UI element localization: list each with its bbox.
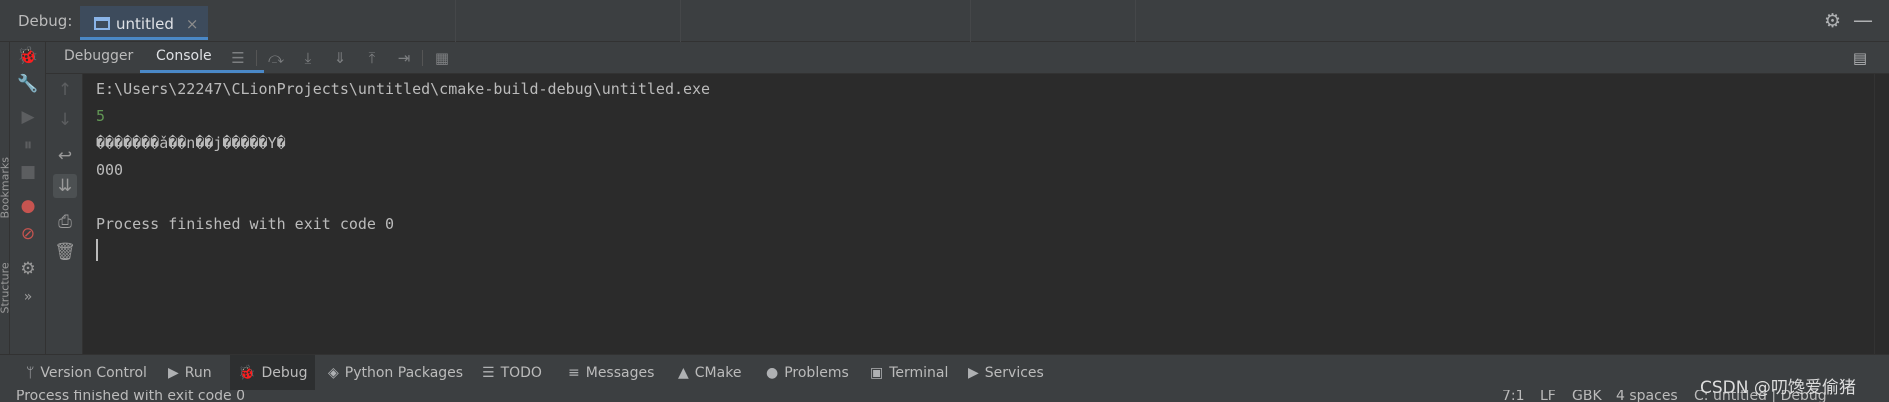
problems-icon: ●	[766, 365, 779, 381]
tab-debug[interactable]: 🐞 Debug	[230, 355, 316, 391]
view-breakpoints-icon[interactable]: ●	[16, 194, 40, 218]
debug-toolbar: Debugger Console ☰ ⤼ ⤓ ⇓ ⤒ ⇥ ▦ ▤	[46, 42, 1889, 74]
console-output[interactable]: E:\Users\22247\CLionProjects\untitled\cm…	[84, 74, 1874, 354]
divider	[256, 50, 257, 66]
settings-icon[interactable]: ⚙	[16, 257, 40, 281]
tab-version-control[interactable]: ᛘ Version Control	[18, 355, 155, 391]
console-line: �������ǎ��n��j�����Y�	[96, 134, 286, 152]
cursor-position[interactable]: 7:1	[1502, 390, 1525, 402]
tab-terminal[interactable]: ▣ Terminal	[862, 355, 956, 391]
tab-label: Terminal	[889, 365, 949, 381]
divider	[1135, 0, 1136, 42]
tab-problems[interactable]: ● Problems	[758, 355, 857, 391]
gear-icon[interactable]: ⚙	[1824, 10, 1841, 32]
messages-icon: ≡	[568, 365, 580, 381]
tab-label: Services	[984, 365, 1044, 381]
divider	[422, 50, 423, 66]
console-line: E:\Users\22247\CLionProjects\untitled\cm…	[96, 80, 711, 98]
status-message: Process finished with exit code 0	[16, 390, 246, 402]
watermark-text: CSDN @叨馋爱偷猪	[1700, 378, 1856, 398]
left-vertical-strip: Bookmarks Structure	[0, 42, 12, 354]
branch-icon: ᛘ	[26, 365, 35, 381]
tab-cmake[interactable]: ▲ CMake	[670, 355, 749, 391]
tab-label: CMake	[694, 365, 742, 381]
divider	[970, 0, 971, 42]
scroll-to-end-icon[interactable]: ⇊	[53, 174, 77, 198]
debug-session-bar: Debug: untitled × ⚙ —	[0, 0, 1889, 42]
divider	[455, 0, 456, 42]
tab-label: Problems	[784, 365, 849, 381]
tab-run[interactable]: ▶ Run	[160, 355, 220, 391]
console-line: 000	[96, 161, 124, 179]
bottom-tool-tabs: ᛘ Version Control ▶ Run 🐞 Debug ◈ Python…	[0, 354, 1889, 391]
mute-breakpoints-icon[interactable]: ⊘	[16, 222, 40, 246]
soft-wrap-icon[interactable]: ↩	[53, 144, 77, 168]
pause-icon[interactable]: ⏸	[16, 133, 40, 157]
run-to-cursor-icon[interactable]: ⇥	[394, 48, 414, 68]
vertical-scrollbar[interactable]	[1874, 74, 1889, 354]
console-line: 5	[96, 107, 106, 125]
step-over-icon[interactable]: ⤼	[266, 48, 286, 68]
tab-label: Run	[184, 365, 212, 381]
divider	[680, 0, 681, 42]
session-tab-label: untitled	[116, 14, 174, 33]
tab-label: Messages	[585, 365, 655, 381]
wrench-icon[interactable]: 🔧	[16, 72, 40, 96]
layers-icon: ◈	[328, 365, 339, 381]
tab-label: TODO	[500, 365, 542, 381]
menu-icon[interactable]: ☰	[228, 48, 248, 68]
force-step-into-icon[interactable]: ⇓	[330, 48, 350, 68]
status-bar: Process finished with exit code 0 7:1 LF…	[0, 390, 1889, 402]
tab-python-packages[interactable]: ◈ Python Packages	[320, 355, 471, 391]
debug-side-toolbar: 🐞 🔧 ▶ ⏸ ■ ● ⊘ ⚙ »	[10, 42, 46, 354]
list-icon: ☰	[482, 365, 495, 381]
tab-console[interactable]: Console	[156, 48, 212, 64]
tab-todo[interactable]: ☰ TODO	[474, 355, 550, 391]
step-out-icon[interactable]: ⤒	[362, 48, 382, 68]
cmake-icon: ▲	[678, 365, 689, 381]
hide-panel-icon[interactable]: —	[1853, 8, 1873, 32]
up-arrow-icon[interactable]: ↑	[53, 78, 77, 102]
down-arrow-icon[interactable]: ↓	[53, 108, 77, 132]
services-icon: ▶	[968, 365, 979, 381]
console-window-icon	[94, 17, 110, 30]
tab-messages[interactable]: ≡ Messages	[560, 355, 662, 391]
line-separator[interactable]: LF	[1540, 390, 1556, 402]
tab-label: Python Packages	[344, 365, 464, 381]
console-toolbar: ↑ ↓ ↩ ⇊ ⎙ 🗑	[46, 74, 83, 354]
evaluate-icon[interactable]: ▦	[432, 48, 452, 68]
resume-icon[interactable]: ▶	[16, 105, 40, 129]
session-tab-untitled[interactable]: untitled ×	[80, 6, 209, 40]
console-line: Process finished with exit code 0	[96, 215, 395, 233]
close-icon[interactable]: ×	[186, 15, 199, 33]
debug-icon: 🐞	[238, 365, 256, 381]
debug-label: Debug:	[18, 12, 73, 30]
file-encoding[interactable]: GBK	[1572, 390, 1602, 402]
tab-label: Version Control	[40, 365, 147, 381]
more-icon[interactable]: »	[16, 285, 40, 309]
bug-icon[interactable]: 🐞	[16, 44, 40, 68]
tab-label: Debug	[261, 365, 308, 381]
print-icon[interactable]: ⎙	[53, 210, 77, 234]
stop-icon[interactable]: ■	[16, 160, 40, 184]
tab-debugger[interactable]: Debugger	[64, 48, 133, 64]
run-icon: ▶	[168, 365, 179, 381]
indent-setting[interactable]: 4 spaces	[1616, 390, 1678, 402]
layout-settings-icon[interactable]: ▤	[1850, 48, 1870, 68]
active-tab-indicator	[140, 70, 264, 73]
trash-icon[interactable]: 🗑	[53, 240, 77, 264]
tab-services[interactable]: ▶ Services	[960, 355, 1052, 391]
terminal-icon: ▣	[870, 365, 884, 381]
step-into-icon[interactable]: ⤓	[298, 48, 318, 68]
text-cursor	[96, 239, 98, 261]
